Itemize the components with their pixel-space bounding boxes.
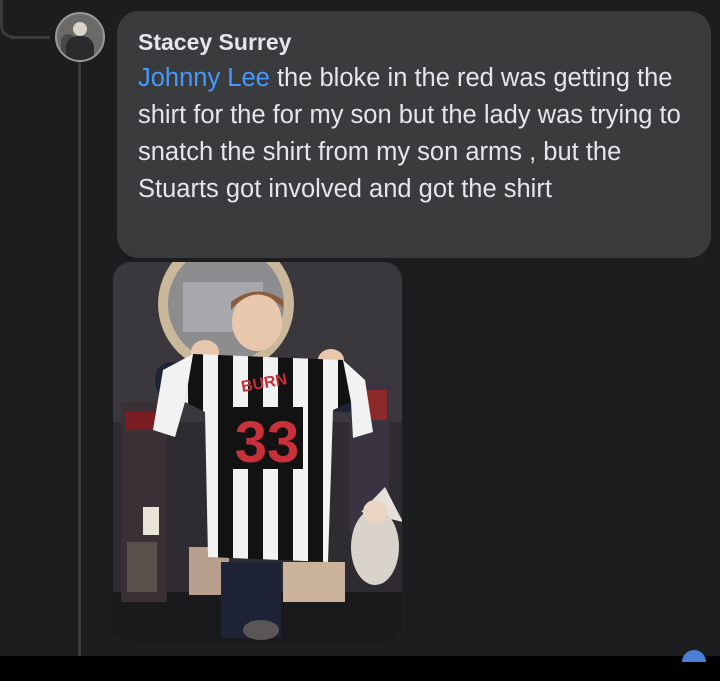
shirt-number: 33 — [235, 410, 300, 475]
avatar[interactable] — [55, 12, 105, 62]
thread-line — [78, 40, 81, 660]
bottom-bar — [0, 656, 720, 681]
scroll-indicator[interactable] — [682, 650, 706, 662]
comment-photo[interactable]: 33 BURN — [113, 262, 402, 642]
thread-connector — [0, 0, 12, 38]
comment-author[interactable]: Stacey Surrey — [138, 27, 691, 57]
mention-link[interactable]: Johnny Lee — [138, 64, 270, 92]
comment-bubble: Stacey Surrey Johnny Lee the bloke in th… — [117, 11, 711, 258]
thread-connector-line — [10, 36, 50, 39]
comment-text: Johnny Lee the bloke in the red was gett… — [138, 60, 691, 208]
photo-image: 33 BURN — [113, 262, 402, 642]
